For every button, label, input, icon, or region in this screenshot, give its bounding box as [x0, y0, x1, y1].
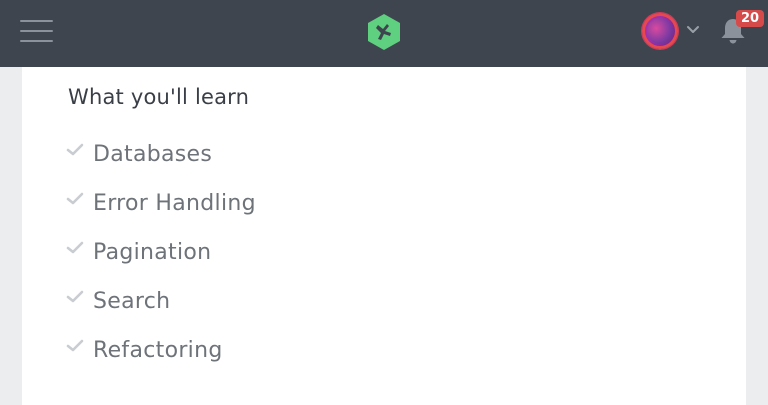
user-menu[interactable] — [642, 13, 702, 51]
section-heading: What you'll learn — [68, 85, 250, 109]
list-item: Databases — [66, 137, 256, 186]
chevron-down-icon[interactable] — [686, 25, 700, 35]
menu-line — [20, 40, 53, 42]
top-navigation-bar: 20 — [0, 0, 768, 67]
menu-line — [20, 20, 53, 22]
list-item-label: Search — [93, 289, 171, 314]
list-item-label: Databases — [93, 142, 213, 167]
list-item: Pagination — [66, 235, 256, 284]
learning-items-list: Databases Error Handling Pagination Sear… — [66, 137, 256, 382]
check-icon — [66, 192, 84, 205]
check-icon — [66, 290, 84, 303]
list-item-label: Error Handling — [93, 191, 256, 216]
treehouse-logo-icon[interactable] — [365, 13, 403, 51]
check-icon — [66, 339, 84, 352]
notification-count-badge: 20 — [736, 10, 764, 27]
list-item-label: Pagination — [93, 240, 212, 265]
list-item: Search — [66, 284, 256, 333]
menu-line — [20, 30, 53, 32]
hamburger-menu-icon[interactable] — [20, 19, 53, 43]
notifications-button[interactable]: 20 — [718, 10, 764, 48]
list-item: Refactoring — [66, 333, 256, 382]
course-learning-card: What you'll learn Databases Error Handli… — [22, 67, 746, 405]
check-icon — [66, 143, 84, 156]
user-avatar[interactable] — [642, 13, 678, 49]
list-item: Error Handling — [66, 186, 256, 235]
list-item-label: Refactoring — [93, 338, 223, 363]
check-icon — [66, 241, 84, 254]
